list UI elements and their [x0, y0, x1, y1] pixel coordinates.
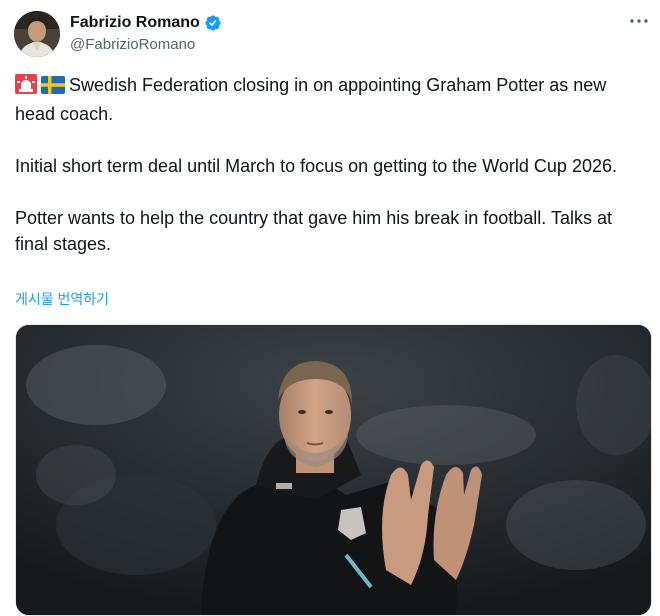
avatar-photo: [14, 11, 60, 57]
sweden-flag-emoji: [41, 75, 65, 101]
translate-post-link[interactable]: 게시물 번역하기: [15, 289, 109, 309]
author-display-name[interactable]: Fabrizio Romano: [70, 14, 200, 32]
more-horizontal-icon[interactable]: [624, 10, 654, 32]
author-name-row: Fabrizio Romano: [70, 12, 222, 34]
tweet-media-photo[interactable]: [15, 324, 652, 616]
avatar[interactable]: [14, 11, 60, 57]
tweet-paragraph-1-text: Swedish Federation closing in on appoint…: [15, 75, 607, 124]
verified-badge-icon: [204, 14, 222, 32]
tweet-card: Fabrizio Romano @FabrizioRomano Swedish …: [0, 0, 660, 616]
tweet-paragraph-2: Initial short term deal until March to f…: [15, 156, 617, 176]
alarm-siren-emoji: [15, 74, 37, 101]
tweet-paragraph-3: Potter wants to help the country that ga…: [15, 208, 612, 254]
author-block: Fabrizio Romano @FabrizioRomano: [70, 12, 222, 53]
author-handle[interactable]: @FabrizioRomano: [70, 36, 222, 53]
tweet-text: Swedish Federation closing in on appoint…: [15, 72, 645, 257]
media-photo-image: [16, 325, 651, 615]
tweet-paragraph-1: Swedish Federation closing in on appoint…: [15, 72, 645, 127]
